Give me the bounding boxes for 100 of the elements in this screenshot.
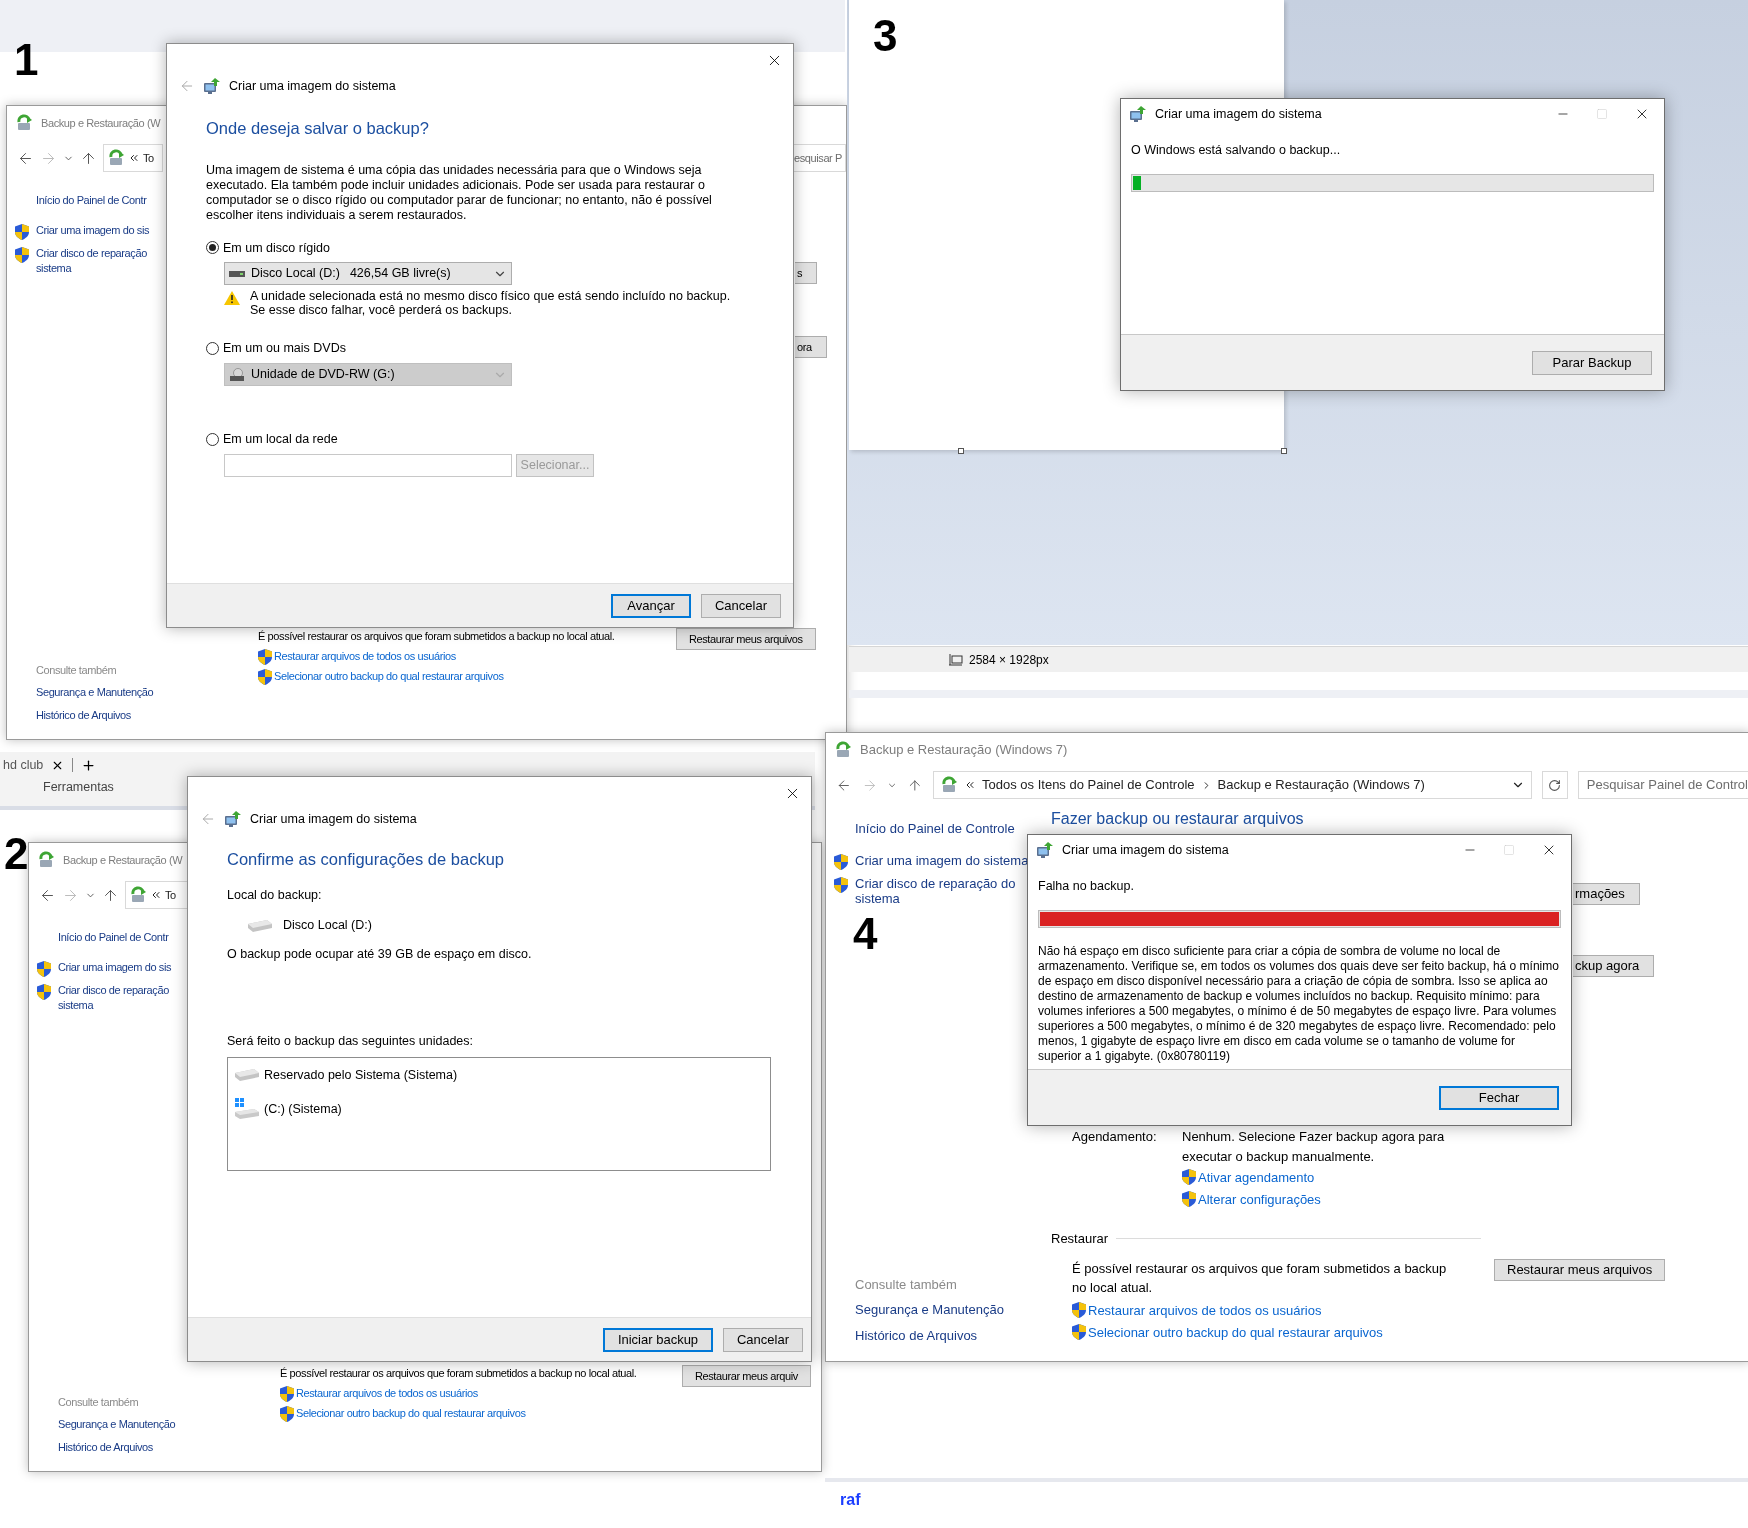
overflow-icon — [964, 779, 977, 791]
restore-description: É possível restaurar os arquivos que foram submetidos a backup no local atual. — [280, 1366, 638, 1381]
sidebar-link[interactable]: Segurança e Manutenção — [855, 1300, 1051, 1320]
breadcrumb[interactable]: To — [143, 149, 154, 167]
shield-icon — [280, 1385, 294, 1402]
dialog-button[interactable]: Fechar — [1439, 1085, 1559, 1110]
address-bar[interactable]: To — [103, 144, 163, 172]
dialog-button[interactable]: Iniciar backup — [603, 1327, 713, 1352]
shield-icon — [15, 246, 29, 263]
link[interactable]: Selecionar outro backup do qual restaurar arquivos — [274, 667, 504, 684]
breadcrumb[interactable]: Todos os Itens do Painel de Controle — [982, 775, 1195, 795]
add-icon[interactable] — [81, 757, 97, 773]
link[interactable]: Restaurar arquivos de todos os usuários — [274, 647, 456, 664]
section-title: Restaurar — [1051, 1230, 1109, 1248]
section-label: Consulte também — [58, 1394, 140, 1410]
button[interactable]: s — [795, 262, 818, 284]
sidebar-link[interactable]: Histórico de Arquivos — [855, 1325, 1051, 1345]
windows-drive-icon — [234, 1098, 260, 1121]
dimensions-icon — [949, 653, 963, 666]
hard-drive-icon — [247, 918, 273, 933]
drive-dropdown[interactable]: Disco Local (D:) 426,54 GB livre(s) — [224, 262, 512, 286]
shield-icon — [280, 1405, 294, 1422]
link[interactable]: Selecionar outro backup do qual restaurar arquivos — [296, 1404, 526, 1421]
shield-icon — [1182, 1190, 1196, 1207]
dialog-button[interactable]: Avançar — [611, 593, 691, 618]
breadcrumb[interactable]: Backup e Restauração (Windows 7) — [1217, 775, 1425, 795]
step-number: 2 — [4, 832, 29, 876]
description: Uma imagem de sistema é uma cópia das unidades necessária para que o Windows seja executado. Ela também pode incluir unidades adicionais. Pode ser usada para restaurar o computador se o disco rígido ou computador parar de funcionar; no entanto, não é possível escolher itens individuais a serem restaurados. — [206, 162, 713, 223]
sidebar-link[interactable]: Histórico de Arquivos — [36, 706, 258, 723]
radio-button[interactable] — [206, 241, 219, 255]
link[interactable]: Selecionar outro backup do qual restaurar arquivos — [1088, 1323, 1383, 1343]
status-message: O Windows está salvando o backup... — [1131, 142, 1342, 159]
field-value: Nenhum. Selecione Fazer backup agora para executar o backup manualmente. — [1182, 1128, 1446, 1166]
dialog-title: Criar uma imagem do sistema — [229, 78, 396, 95]
link[interactable]: Restaurar arquivos de todos os usuários — [1088, 1300, 1322, 1320]
button[interactable]: ora — [795, 336, 827, 358]
restore-button[interactable]: Restaurar meus arquivos — [676, 628, 816, 650]
backup-app-icon — [15, 114, 33, 132]
shield-icon — [1182, 1169, 1196, 1185]
system-image-icon — [203, 77, 221, 96]
button[interactable]: rmações — [1573, 883, 1640, 905]
system-image-icon — [224, 810, 242, 829]
button[interactable]: ckup agora — [1573, 955, 1655, 977]
shield-icon — [37, 983, 51, 1000]
radio-label[interactable]: Em um local da rede — [223, 430, 338, 449]
window-title: Backup e Restauração (W — [63, 852, 183, 868]
restore-description: É possível restaurar os arquivos que foram submetidos a backup no local atual. — [1072, 1259, 1448, 1297]
sidebar-link[interactable]: Criar disco de reparação sistema — [36, 245, 147, 276]
radio-label[interactable]: Em um disco rígido — [223, 238, 330, 258]
page-heading: Fazer backup ou restaurar arquivos — [1051, 809, 1305, 829]
step-number: 1 — [14, 38, 39, 82]
dialog-button[interactable]: Parar Backup — [1532, 350, 1652, 375]
size-note: O backup pode ocupar até 39 GB de espaço em disco. — [227, 946, 533, 963]
network-path-field[interactable] — [224, 453, 512, 477]
search-field[interactable]: Pesquisar Painel de Control — [1577, 771, 1748, 799]
shield-icon — [1072, 1324, 1086, 1340]
sidebar-link[interactable]: Segurança e Manutenção — [58, 1416, 280, 1433]
restore-button[interactable]: Restaurar meus arquivos — [1494, 1258, 1666, 1281]
drive-item[interactable]: Reservado pelo Sistema (Sistema) — [264, 1065, 458, 1085]
error-message: Não há espaço em disco suficiente para criar a cópia de sombra de volume no local de armazenamento. Verifique se, em todos os volumes dos quais deve ser feito backup, há o mínimo de espaço em disco disponível necessário para a criação de cópia de sombra. Isso se aplica ao destino de armazenamento de backup e volumes incluídos no backup. Requisito mínimo: para volumes inferiores a 500 megabytes, o mínimo é de 50 megabytes de espaço livre. Para volumes superiores a 500 megabytes, o mínimo é de 320 megabytes de espaço livre. Recomendado: pelo menos, 1 gigabyte de espaço livre em disco em cada volume se o tamanho de volume for superior a 1 gigabyte. (0x80780119) — [1038, 943, 1560, 1064]
hard-drive-icon — [229, 269, 245, 278]
sidebar-link[interactable]: Criar uma imagem do sis — [36, 222, 150, 238]
tab[interactable]: hd club — [3, 755, 44, 775]
address-bar[interactable]: Todos os Itens do Painel de Controle Backup e Restauração (Windows 7) — [933, 771, 1532, 799]
system-image-icon — [1036, 841, 1054, 859]
section-label: Consulte também — [855, 1275, 958, 1294]
dialog-button[interactable]: Cancelar — [723, 1327, 803, 1352]
window-title: Backup e Restauração (W — [41, 115, 161, 131]
resize-handle[interactable] — [1281, 448, 1287, 454]
dialog-title: Criar uma imagem do sistema — [1062, 841, 1229, 859]
restore-button[interactable]: Restaurar meus arquiv — [682, 1365, 811, 1387]
overflow-icon — [150, 889, 162, 901]
shield-icon — [258, 648, 272, 665]
sidebar-link[interactable]: Histórico de Arquivos — [58, 1438, 280, 1455]
backup-app-icon — [37, 851, 55, 869]
link[interactable]: Ativar agendamento — [1198, 1168, 1315, 1188]
field-label: Agendamento: — [1072, 1128, 1154, 1146]
dvd-drive-icon — [229, 367, 245, 382]
shield-icon — [258, 668, 272, 685]
backup-location: Disco Local (D:) — [283, 917, 372, 935]
breadcrumb[interactable]: To — [165, 886, 176, 904]
radio-button[interactable] — [206, 342, 219, 356]
backup-app-icon — [107, 149, 125, 167]
backup-app-icon — [834, 741, 852, 759]
radio-button[interactable] — [206, 432, 219, 446]
drive-item[interactable]: (C:) (Sistema) — [264, 1099, 342, 1119]
sidebar-link[interactable]: Segurança e Manutenção — [36, 684, 258, 701]
field-label: Local do backup: — [227, 886, 323, 904]
radio-label[interactable]: Em um ou mais DVDs — [223, 339, 346, 358]
resize-handle[interactable] — [958, 448, 964, 454]
dialog-button[interactable]: Cancelar — [701, 593, 781, 618]
sidebar-link[interactable]: Criar disco de reparação sistema — [58, 982, 169, 1013]
sidebar-link[interactable]: Criar uma imagem do sistema — [855, 852, 1029, 868]
refresh-button[interactable] — [1541, 771, 1568, 799]
sidebar-link[interactable]: Início do Painel de Controle — [826, 819, 1051, 839]
sidebar-link[interactable]: Criar disco de reparação do sistema — [855, 875, 1016, 906]
link[interactable]: Alterar configurações — [1198, 1189, 1321, 1209]
link[interactable]: Restaurar arquivos de todos os usuários — [296, 1384, 478, 1401]
warning-icon — [224, 291, 240, 306]
sidebar-link[interactable]: Criar uma imagem do sis — [58, 959, 172, 975]
